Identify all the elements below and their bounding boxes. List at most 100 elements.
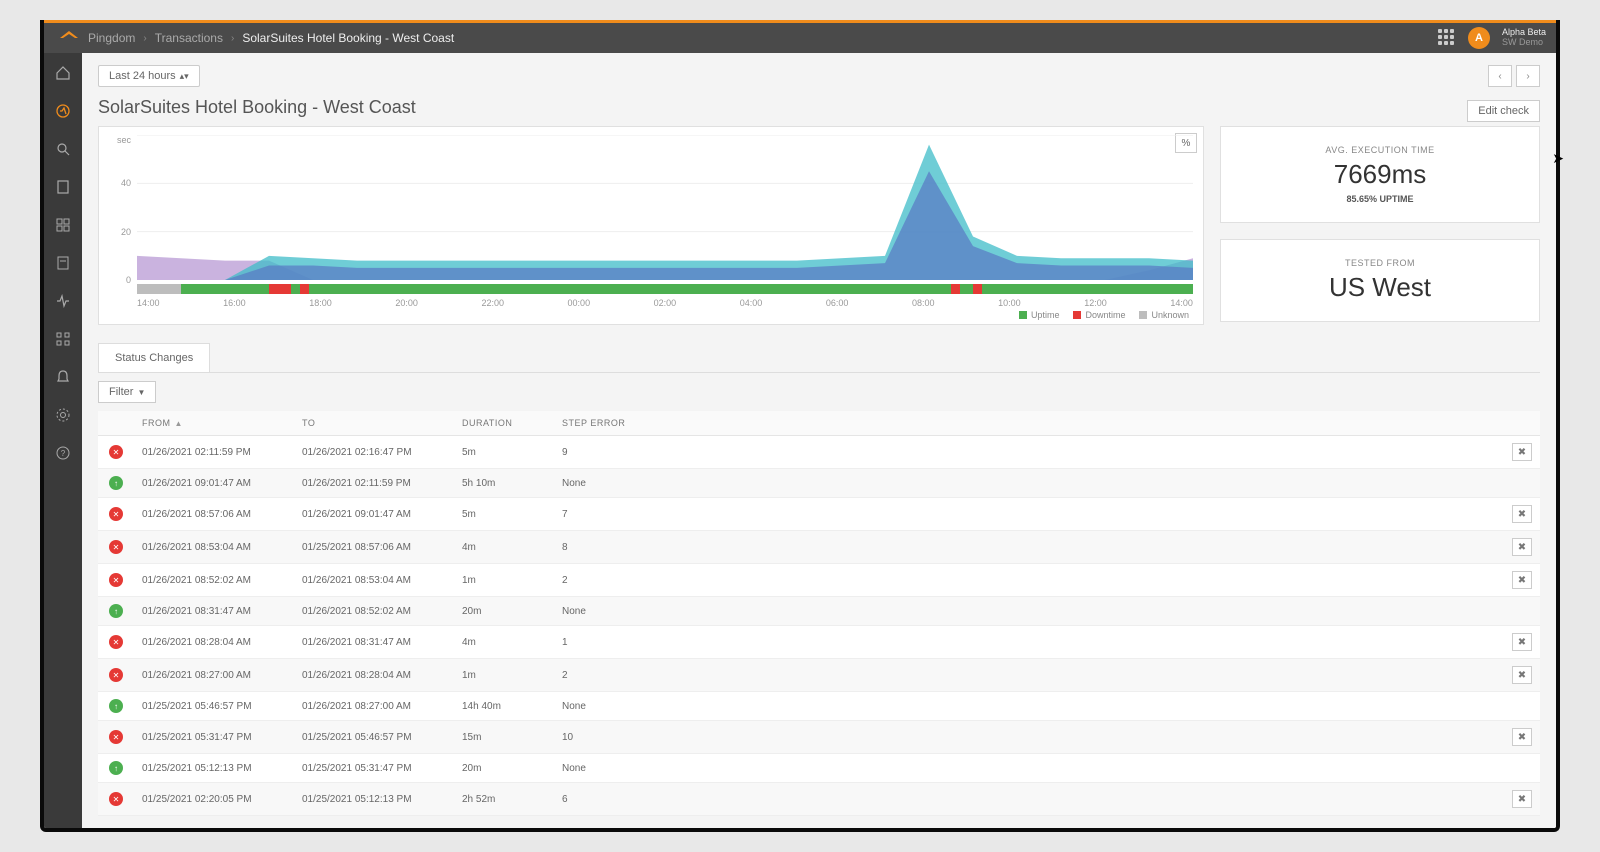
nav-activity-icon[interactable] (49, 287, 77, 315)
row-tool-button[interactable]: ✖ (1512, 571, 1532, 589)
cell-from: 01/25/2021 05:46:57 PM (134, 692, 294, 721)
cell-duration: 15m (454, 721, 554, 754)
cell-from: 01/26/2021 08:28:04 AM (134, 626, 294, 659)
cell-to: 01/26/2021 02:16:47 PM (294, 436, 454, 469)
user-info[interactable]: Alpha Beta SW Demo (1502, 28, 1546, 48)
cell-from: 01/26/2021 08:27:00 AM (134, 659, 294, 692)
cell-to: 01/25/2021 05:46:57 PM (294, 721, 454, 754)
breadcrumb-root[interactable]: Pingdom (88, 31, 135, 45)
table-row[interactable]: ✕ 01/26/2021 02:11:59 PM 01/26/2021 02:1… (98, 436, 1540, 469)
nav-grid-icon[interactable] (49, 211, 77, 239)
row-tool-button[interactable]: ✖ (1512, 666, 1532, 684)
cell-duration: 2h 52m (454, 783, 554, 816)
row-tool-button[interactable]: ✖ (1512, 728, 1532, 746)
col-duration[interactable]: DURATION (454, 411, 554, 436)
col-to[interactable]: TO (294, 411, 454, 436)
status-circle-icon: ✕ (109, 668, 123, 682)
filter-dropdown[interactable]: Filter ▼ (98, 381, 156, 403)
cell-step-error: None (554, 597, 1500, 626)
table-row[interactable]: ✕ 01/26/2021 08:28:04 AM 01/26/2021 08:3… (98, 626, 1540, 659)
nav-integrations-icon[interactable] (49, 325, 77, 353)
table-row[interactable]: ✕ 01/26/2021 08:27:00 AM 01/26/2021 08:2… (98, 659, 1540, 692)
row-tool-button[interactable]: ✖ (1512, 443, 1532, 461)
table-row[interactable]: ↑ 01/25/2021 05:12:13 PM 01/25/2021 05:3… (98, 754, 1540, 783)
time-range-dropdown[interactable]: Last 24 hours ▴▾ (98, 65, 200, 87)
tested-from-value: US West (1241, 272, 1519, 303)
table-row[interactable]: ↑ 01/26/2021 09:01:47 AM 01/26/2021 02:1… (98, 469, 1540, 498)
chevron-right-icon: › (143, 33, 146, 44)
cell-duration: 1m (454, 564, 554, 597)
cell-step-error: 10 (554, 721, 1500, 754)
row-tool-button[interactable]: ✖ (1512, 505, 1532, 523)
tab-status-changes[interactable]: Status Changes (98, 343, 210, 372)
cell-step-error: None (554, 692, 1500, 721)
status-circle-icon: ↑ (109, 476, 123, 490)
table-row[interactable]: ↑ 01/25/2021 05:46:57 PM 01/26/2021 08:2… (98, 692, 1540, 721)
col-from[interactable]: FROM▲ (134, 411, 294, 436)
cell-to: 01/26/2021 08:53:04 AM (294, 564, 454, 597)
cell-from: 01/25/2021 05:31:47 PM (134, 721, 294, 754)
status-circle-icon: ✕ (109, 445, 123, 459)
cell-from: 01/26/2021 09:01:47 AM (134, 469, 294, 498)
nav-alerts-icon[interactable] (49, 363, 77, 391)
table-row[interactable]: ✕ 01/26/2021 08:57:06 AM 01/26/2021 09:0… (98, 498, 1540, 531)
cell-from: 01/26/2021 08:52:02 AM (134, 564, 294, 597)
sort-asc-icon: ▲ (175, 419, 183, 428)
table-row[interactable]: ↑ 01/26/2021 08:31:47 AM 01/26/2021 08:5… (98, 597, 1540, 626)
cell-step-error: 1 (554, 626, 1500, 659)
nav-page-icon[interactable] (49, 173, 77, 201)
avatar[interactable]: A (1468, 27, 1490, 49)
cell-step-error: 2 (554, 564, 1500, 597)
cell-step-error: 9 (554, 436, 1500, 469)
cell-duration: 5m (454, 436, 554, 469)
cell-to: 01/26/2021 02:11:59 PM (294, 469, 454, 498)
nav-report-icon[interactable] (49, 249, 77, 277)
user-org: SW Demo (1502, 38, 1546, 48)
caret-down-icon: ▼ (137, 388, 145, 397)
uptime-status-bar (137, 284, 1193, 294)
row-tool-button[interactable]: ✖ (1512, 538, 1532, 556)
nav-home-icon[interactable] (49, 59, 77, 87)
status-circle-icon: ↑ (109, 761, 123, 775)
edit-check-button[interactable]: Edit check (1467, 100, 1540, 122)
cell-to: 01/26/2021 08:28:04 AM (294, 659, 454, 692)
legend-uptime: Uptime (1019, 310, 1060, 320)
status-circle-icon: ✕ (109, 540, 123, 554)
row-tool-button[interactable]: ✖ (1512, 790, 1532, 808)
time-range-label: Last 24 hours (109, 70, 176, 82)
row-tool-button[interactable]: ✖ (1512, 633, 1532, 651)
table-row[interactable]: ✕ 01/25/2021 02:20:05 PM 01/25/2021 05:1… (98, 783, 1540, 816)
cell-to: 01/25/2021 05:12:13 PM (294, 783, 454, 816)
cell-from: 01/26/2021 02:11:59 PM (134, 436, 294, 469)
cell-to: 01/26/2021 08:52:02 AM (294, 597, 454, 626)
prev-button[interactable]: ‹ (1488, 65, 1512, 87)
cell-step-error: 6 (554, 783, 1500, 816)
nav-transactions-icon[interactable] (49, 97, 77, 125)
cell-from: 01/25/2021 02:20:05 PM (134, 783, 294, 816)
cell-to: 01/25/2021 08:57:06 AM (294, 531, 454, 564)
tested-from-label: TESTED FROM (1241, 258, 1519, 268)
cell-to: 01/25/2021 05:31:47 PM (294, 754, 454, 783)
cell-to: 01/26/2021 08:31:47 AM (294, 626, 454, 659)
table-row[interactable]: ✕ 01/26/2021 08:52:02 AM 01/26/2021 08:5… (98, 564, 1540, 597)
apps-grid-icon[interactable] (1438, 29, 1456, 47)
left-sidebar: ? (44, 53, 82, 828)
legend-downtime: Downtime (1073, 310, 1125, 320)
nav-settings-icon[interactable] (49, 401, 77, 429)
chevron-updown-icon: ▴▾ (180, 72, 189, 81)
table-row[interactable]: ✕ 01/25/2021 05:31:47 PM 01/25/2021 05:4… (98, 721, 1540, 754)
cell-from: 01/26/2021 08:31:47 AM (134, 597, 294, 626)
cell-from: 01/25/2021 05:12:13 PM (134, 754, 294, 783)
cell-duration: 20m (454, 597, 554, 626)
col-step-error[interactable]: STEP ERROR (554, 411, 1500, 436)
tested-from-card: TESTED FROM US West (1220, 239, 1540, 322)
nav-search-icon[interactable] (49, 135, 77, 163)
breadcrumb-section[interactable]: Transactions (155, 31, 223, 45)
nav-help-icon[interactable]: ? (49, 439, 77, 467)
cell-duration: 4m (454, 626, 554, 659)
cell-step-error: 2 (554, 659, 1500, 692)
next-button[interactable]: › (1516, 65, 1540, 87)
brand-logo-icon[interactable] (54, 31, 84, 45)
cell-step-error: 8 (554, 531, 1500, 564)
table-row[interactable]: ✕ 01/26/2021 08:53:04 AM 01/25/2021 08:5… (98, 531, 1540, 564)
